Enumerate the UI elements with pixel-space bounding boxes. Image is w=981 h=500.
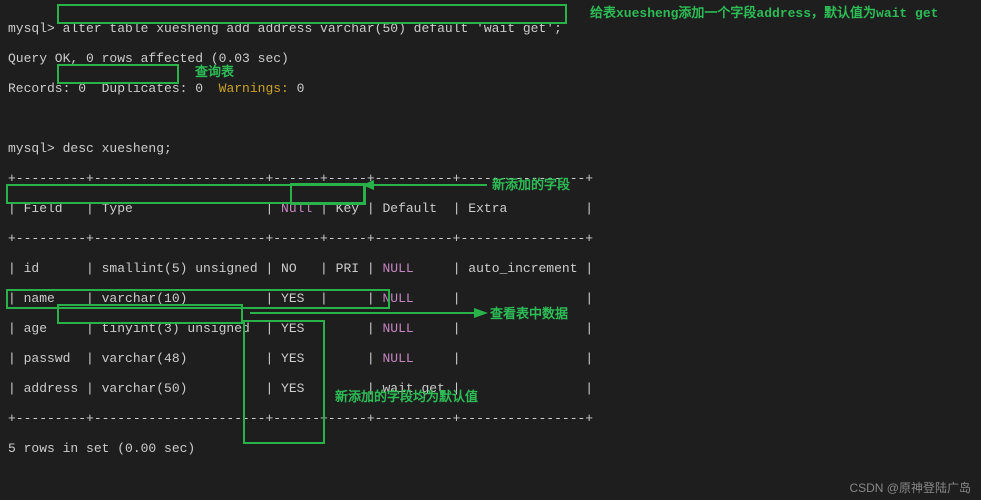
table-row-address: | address | varchar(50) | YES | | wait g…	[8, 381, 973, 396]
annotation-2: 查询表	[195, 65, 234, 80]
watermark: CSDN @原神登陆广岛	[849, 481, 971, 496]
result-line: Records: 0 Duplicates: 0	[8, 81, 219, 96]
null-keyword: Null	[281, 201, 312, 216]
null-value: NULL	[382, 291, 413, 306]
result-line: Query OK, 0 rows affected (0.03 sec)	[8, 51, 973, 66]
table-hdr: | Key | Default | Extra |	[312, 201, 593, 216]
table-hdr: | Field | Type |	[8, 201, 281, 216]
table-row: | |	[414, 351, 593, 366]
cmd-alter-table: alter table xuesheng add address varchar…	[63, 21, 562, 36]
result-line: 0	[289, 81, 305, 96]
cmd-desc: desc xuesheng;	[63, 141, 172, 156]
table-row: | id | smallint(5) unsigned | NO | PRI |	[8, 261, 382, 276]
annotation-5: 新添加的字段均为默认值	[335, 390, 478, 405]
table-footer: 5 rows in set (0.00 sec)	[8, 441, 973, 456]
warnings-label: Warnings:	[219, 81, 289, 96]
table-sep: +---------+----------------------+------…	[8, 231, 973, 246]
null-value: NULL	[382, 261, 413, 276]
prompt: mysql>	[8, 141, 63, 156]
table-row: | age | tinyint(3) unsigned | YES | |	[8, 321, 382, 336]
annotation-3: 新添加的字段	[492, 178, 570, 193]
annotation-4: 查看表中数据	[490, 307, 568, 322]
table-row: | |	[414, 291, 593, 306]
annotation-1: 给表xuesheng添加一个字段address，默认值为wait get	[590, 6, 938, 21]
table-row: | passwd | varchar(48) | YES | |	[8, 351, 382, 366]
null-value: NULL	[382, 321, 413, 336]
table-row: | auto_increment |	[414, 261, 593, 276]
table-sep: +---------+----------------------+------…	[8, 171, 973, 186]
table-row: | |	[414, 321, 593, 336]
prompt: mysql>	[8, 21, 63, 36]
null-value: NULL	[382, 351, 413, 366]
table-sep: +---------+----------------------+------…	[8, 411, 973, 426]
terminal[interactable]: mysql> alter table xuesheng add address …	[0, 0, 981, 500]
table-row: | name | varchar(10) | YES | |	[8, 291, 382, 306]
